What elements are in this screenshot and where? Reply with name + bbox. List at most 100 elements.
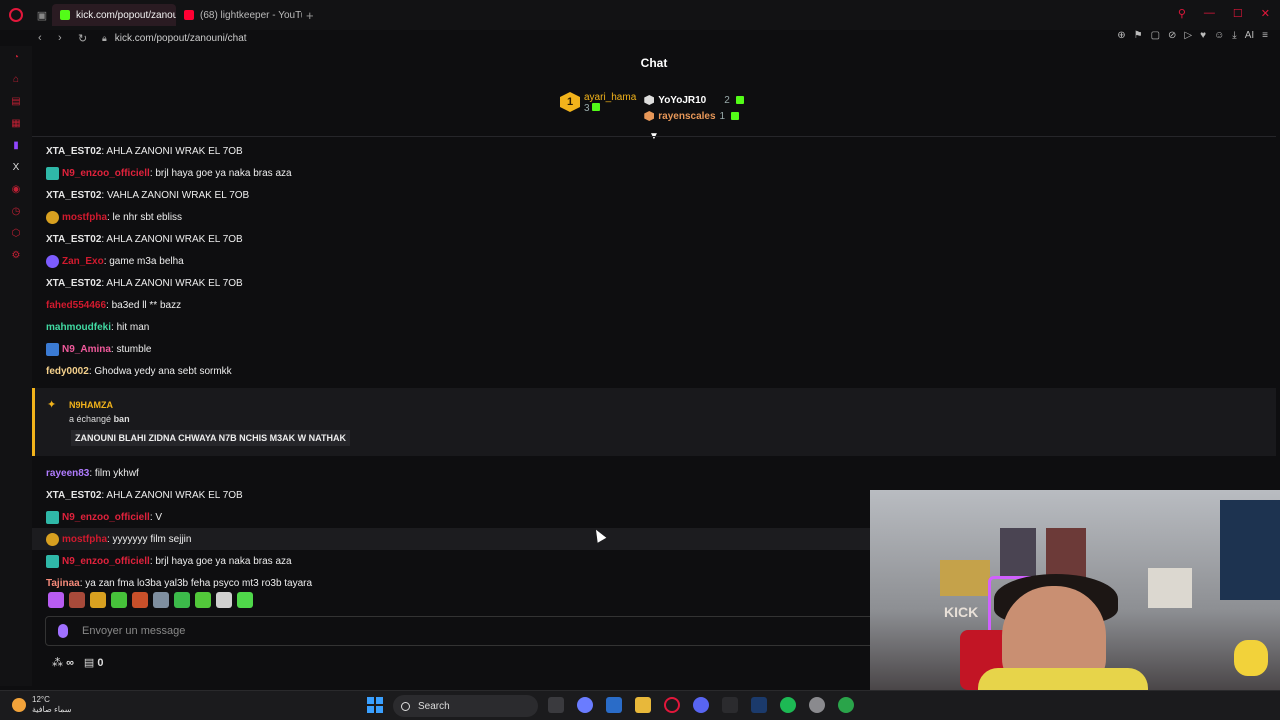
history-icon[interactable]: ◷: [0, 200, 32, 222]
top-gifter-2[interactable]: YoYoJR10 2: [644, 92, 744, 108]
weather-widget[interactable]: 12°C سماء صافية: [12, 695, 72, 715]
browser-toolbar: ⊕ ⚑ ▢ ⊘ ▷ ♥ ☺ ⤓ AI ≡: [1117, 30, 1268, 41]
snapshot-icon[interactable]: ▢: [1151, 30, 1160, 41]
pin-icon[interactable]: ⚑: [1134, 30, 1143, 41]
chat-username[interactable]: mostfpha: [62, 212, 107, 223]
emote-icon[interactable]: [216, 592, 232, 608]
adblock-icon[interactable]: ⊘: [1168, 30, 1176, 41]
download-icon[interactable]: ⤓: [1232, 30, 1236, 41]
copilot-icon[interactable]: [577, 697, 593, 713]
chat-message: rayeen83: film ykhwf: [32, 462, 1276, 484]
lock-icon[interactable]: 🔒︎: [102, 33, 107, 44]
chat-message-text: : stumble: [110, 343, 152, 355]
opera-gx-taskbar-icon[interactable]: [664, 697, 680, 713]
store-button[interactable]: ▤ 0: [84, 656, 104, 669]
emote-icon[interactable]: [90, 592, 106, 608]
file-explorer-icon[interactable]: [635, 697, 651, 713]
emote-icon[interactable]: [111, 592, 127, 608]
chat-message-text: : AHLA ZANONI WRAK EL 7OB: [101, 489, 243, 501]
player-icon[interactable]: ▷: [1184, 30, 1192, 41]
store-app-icon[interactable]: [606, 697, 622, 713]
chat-username[interactable]: mostfpha: [62, 534, 107, 545]
gx-corner-icon[interactable]: ▤: [0, 90, 32, 112]
chat-username[interactable]: N9_enzoo_officiell: [62, 556, 150, 567]
url-field[interactable]: kick.com/popout/zanouni/chat: [115, 33, 247, 44]
tab-youtube[interactable]: (68) lightkeeper - YouTube: [176, 4, 302, 26]
tab-label: kick.com/popout/zanouni/: [76, 9, 176, 21]
profile-icon[interactable]: ☺: [1214, 30, 1224, 41]
tab-label: (68) lightkeeper - YouTube: [200, 9, 302, 21]
menu-icon[interactable]: ≡: [1262, 30, 1268, 41]
heart-icon[interactable]: ♥: [1200, 30, 1206, 41]
chrome-icon[interactable]: [838, 697, 854, 713]
discord-icon[interactable]: [693, 697, 709, 713]
chat-username[interactable]: fahed554466: [46, 300, 106, 311]
spotify-icon[interactable]: [780, 697, 796, 713]
emote-picker-icon[interactable]: [58, 624, 68, 638]
gift-icon: [591, 103, 600, 111]
speed-dial-icon[interactable]: ◔: [0, 46, 32, 68]
chat-username[interactable]: fedy0002: [46, 366, 89, 377]
chat-username[interactable]: rayeen83: [46, 468, 89, 479]
browser-tab-bar: ▣ kick.com/popout/zanouni/ (68) lightkee…: [0, 0, 1280, 30]
minimize-icon[interactable]: —: [1204, 7, 1215, 20]
reload-icon[interactable]: ↻: [78, 32, 92, 45]
settings-icon[interactable]: ⚙: [0, 244, 32, 266]
chat-username[interactable]: mahmoudfeki: [46, 322, 111, 333]
chat-message-text: : yyyyyyy film sejjin: [107, 533, 192, 545]
twitch-icon[interactable]: ▮: [0, 134, 32, 156]
chat-message-text: : le nhr sbt ebliss: [107, 211, 183, 223]
opera-gx-logo-icon[interactable]: [0, 0, 32, 30]
zoom-icon[interactable]: ⊕: [1117, 30, 1125, 41]
chat-message-text: : VAHLA ZANONI WRAK EL 7OB: [101, 189, 250, 201]
emote-icon[interactable]: [195, 592, 211, 608]
search-tabs-icon[interactable]: ⚲: [1178, 7, 1186, 20]
chat-input-placeholder: Envoyer un message: [82, 625, 186, 637]
news-icon[interactable]: ▦: [0, 112, 32, 134]
emote-icon[interactable]: [153, 592, 169, 608]
extensions-icon[interactable]: ⬡: [0, 222, 32, 244]
windows-start-icon[interactable]: [367, 697, 383, 713]
emote-icon[interactable]: [48, 592, 64, 608]
new-tab-icon[interactable]: +: [306, 8, 314, 23]
chat-username[interactable]: N9_enzoo_officiell: [62, 168, 150, 179]
back-icon[interactable]: ‹: [38, 32, 52, 44]
kick-logo-sign: KICK: [944, 604, 979, 620]
channel-points-button[interactable]: ⁂ ∞: [52, 656, 74, 669]
taskbar-search[interactable]: Search: [393, 695, 538, 717]
emote-icon[interactable]: [174, 592, 190, 608]
emote-icon[interactable]: [237, 592, 253, 608]
forward-icon[interactable]: ›: [58, 32, 72, 44]
tab-kick[interactable]: kick.com/popout/zanouni/: [52, 4, 176, 26]
chat-username[interactable]: Tajinaa: [46, 578, 80, 589]
top-gifters: 1 ayari_hama 3 YoYoJR10 2 rayenscales 1: [560, 92, 744, 124]
emote-icon[interactable]: [132, 592, 148, 608]
redeem-user[interactable]: N9HAMZA: [69, 400, 113, 410]
top-gifter-1[interactable]: 1 ayari_hama 3: [560, 92, 636, 124]
chat-input[interactable]: Envoyer un message: [45, 616, 880, 646]
chat-username[interactable]: N9_enzoo_officiell: [62, 512, 150, 523]
chat-username[interactable]: XTA_EST02: [46, 190, 101, 201]
chat-username[interactable]: N9_Amina: [62, 344, 111, 355]
epic-games-icon[interactable]: [722, 697, 738, 713]
gx-control-icon[interactable]: ⌂: [0, 68, 32, 90]
chat-message: XTA_EST02: AHLA ZANONI WRAK EL 7OB: [32, 140, 1276, 162]
ai-icon[interactable]: AI: [1245, 30, 1254, 41]
settings-app-icon[interactable]: [809, 697, 825, 713]
chat-username[interactable]: XTA_EST02: [46, 146, 101, 157]
task-view-icon[interactable]: [548, 697, 564, 713]
chat-username[interactable]: XTA_EST02: [46, 234, 101, 245]
chat-username[interactable]: Zan_Exo: [62, 256, 104, 267]
top-gifter-3[interactable]: rayenscales 1: [644, 108, 744, 124]
close-icon[interactable]: ✕: [1261, 7, 1270, 20]
kick-favicon-icon: [60, 10, 70, 20]
maximize-icon[interactable]: ☐: [1233, 7, 1243, 20]
chat-username[interactable]: XTA_EST02: [46, 278, 101, 289]
message-group: XTA_EST02: AHLA ZANONI WRAK EL 7OB N9_enz…: [32, 140, 1276, 382]
x-icon[interactable]: X: [0, 156, 32, 178]
chat-username[interactable]: XTA_EST02: [46, 490, 101, 501]
steam-icon[interactable]: [751, 697, 767, 713]
player-sidebar-icon[interactable]: ◉: [0, 178, 32, 200]
tab-menu-icon[interactable]: ▣: [32, 9, 52, 22]
emote-icon[interactable]: [69, 592, 85, 608]
